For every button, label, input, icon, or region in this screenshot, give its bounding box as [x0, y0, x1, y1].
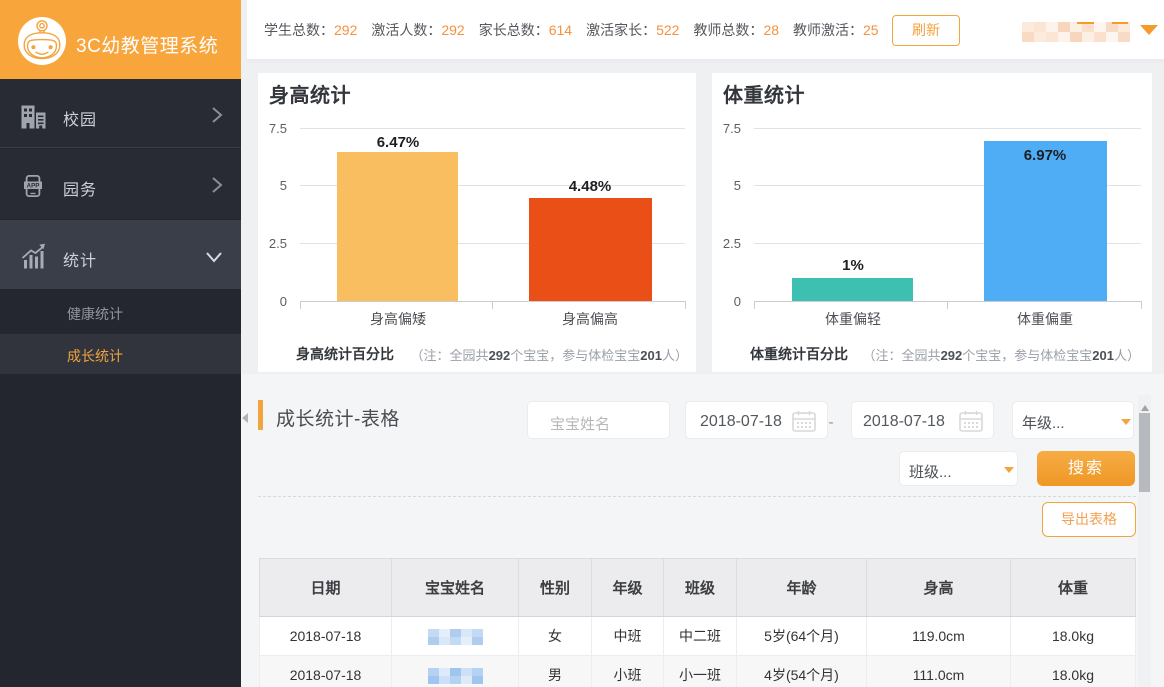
svg-text:APP: APP	[27, 182, 40, 189]
